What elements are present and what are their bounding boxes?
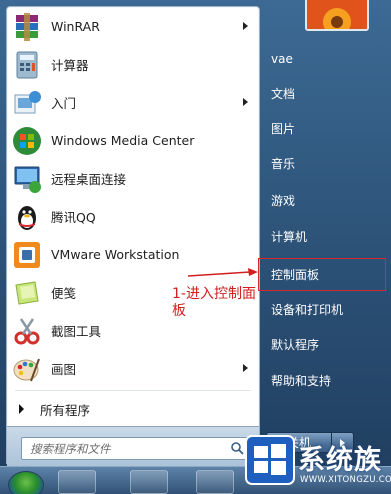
flower-picture-icon (307, 0, 367, 29)
search-box[interactable] (21, 437, 249, 460)
right-item-label: 计算机 (271, 230, 308, 244)
paint-icon (13, 358, 40, 381)
expand-arrow-icon (19, 404, 24, 414)
right-item-music[interactable]: 音乐 (264, 145, 388, 182)
program-item-getting-started[interactable]: 入门 (7, 84, 257, 121)
search-area (7, 426, 259, 470)
right-item-label: 帮助和支持 (271, 374, 332, 388)
winrar-icon (16, 12, 38, 41)
start-button[interactable] (8, 471, 44, 494)
calculator-icon (16, 51, 38, 78)
right-item-label: 游戏 (271, 194, 296, 208)
right-item-label: 音乐 (271, 157, 296, 171)
watermark: 系统族 WWW.XITONGZU.COM (244, 420, 391, 494)
right-item-label: vae (271, 51, 293, 66)
start-menu-screen: WinRAR 计算器 入门 Windows Media Center 远程桌面连… (0, 0, 391, 494)
programs-pane: WinRAR 计算器 入门 Windows Media Center 远程桌面连… (6, 6, 260, 470)
program-label: 远程桌面连接 (51, 172, 127, 187)
separator (15, 390, 251, 391)
all-programs-label: 所有程序 (40, 402, 91, 418)
submenu-arrow-icon[interactable] (243, 364, 248, 372)
program-label: 腾讯QQ (51, 210, 96, 225)
right-item-label: 文档 (271, 87, 296, 101)
taskbar-ie-button[interactable] (58, 470, 96, 494)
right-item-user[interactable]: vae (264, 40, 388, 77)
user-avatar[interactable] (305, 0, 369, 31)
program-item-qq[interactable]: 腾讯QQ (7, 198, 257, 235)
program-item-calculator[interactable]: 计算器 (7, 46, 257, 83)
right-item-documents[interactable]: 文档 (264, 75, 388, 112)
watermark-text: 系统族 (298, 445, 382, 476)
right-item-label: 设备和打印机 (271, 303, 344, 317)
taskbar-explorer-button[interactable] (130, 470, 168, 494)
program-label: 画图 (51, 362, 77, 377)
search-input[interactable] (22, 439, 220, 459)
snipping-tool-icon (14, 317, 40, 344)
annotation-text: 1-进入控制面板 (172, 286, 256, 319)
getting-started-icon (14, 90, 41, 113)
media-center-icon (13, 126, 41, 155)
program-item-winrar[interactable]: WinRAR (7, 8, 257, 45)
vmware-icon (14, 241, 40, 268)
search-icon[interactable] (230, 441, 244, 455)
control-panel-highlight-box (258, 258, 386, 291)
program-item-paint[interactable]: 画图 (7, 350, 257, 387)
program-label: 入门 (51, 96, 77, 111)
right-item-games[interactable]: 游戏 (264, 182, 388, 219)
right-item-label: 图片 (271, 122, 296, 136)
watermark-logo-icon (245, 435, 295, 485)
program-item-media-center[interactable]: Windows Media Center (7, 122, 257, 159)
program-item-remote-desktop[interactable]: 远程桌面连接 (7, 160, 257, 197)
right-item-pictures[interactable]: 图片 (264, 110, 388, 147)
all-programs-item[interactable]: 所有程序 (7, 396, 257, 422)
program-label: Windows Media Center (51, 133, 195, 148)
qq-penguin-icon (18, 205, 36, 230)
submenu-arrow-icon[interactable] (243, 98, 248, 106)
watermark-url: WWW.XITONGZU.COM (300, 475, 391, 485)
right-item-label: 默认程序 (271, 338, 320, 352)
right-item-devices-printers[interactable]: 设备和打印机 (264, 291, 388, 328)
right-item-default-programs[interactable]: 默认程序 (264, 326, 388, 363)
program-label: 计算器 (51, 58, 89, 73)
right-item-computer[interactable]: 计算机 (264, 218, 388, 255)
program-label: VMware Workstation (51, 247, 180, 262)
submenu-arrow-icon[interactable] (243, 22, 248, 30)
program-label: WinRAR (51, 19, 100, 34)
program-label: 截图工具 (51, 324, 102, 339)
sticky-notes-icon (15, 280, 39, 305)
annotation-arrow-icon (188, 268, 258, 277)
taskbar-media-button[interactable] (196, 470, 234, 494)
remote-desktop-icon (14, 166, 41, 193)
right-item-help-support[interactable]: 帮助和支持 (264, 362, 388, 399)
program-label: 便笺 (51, 286, 77, 301)
